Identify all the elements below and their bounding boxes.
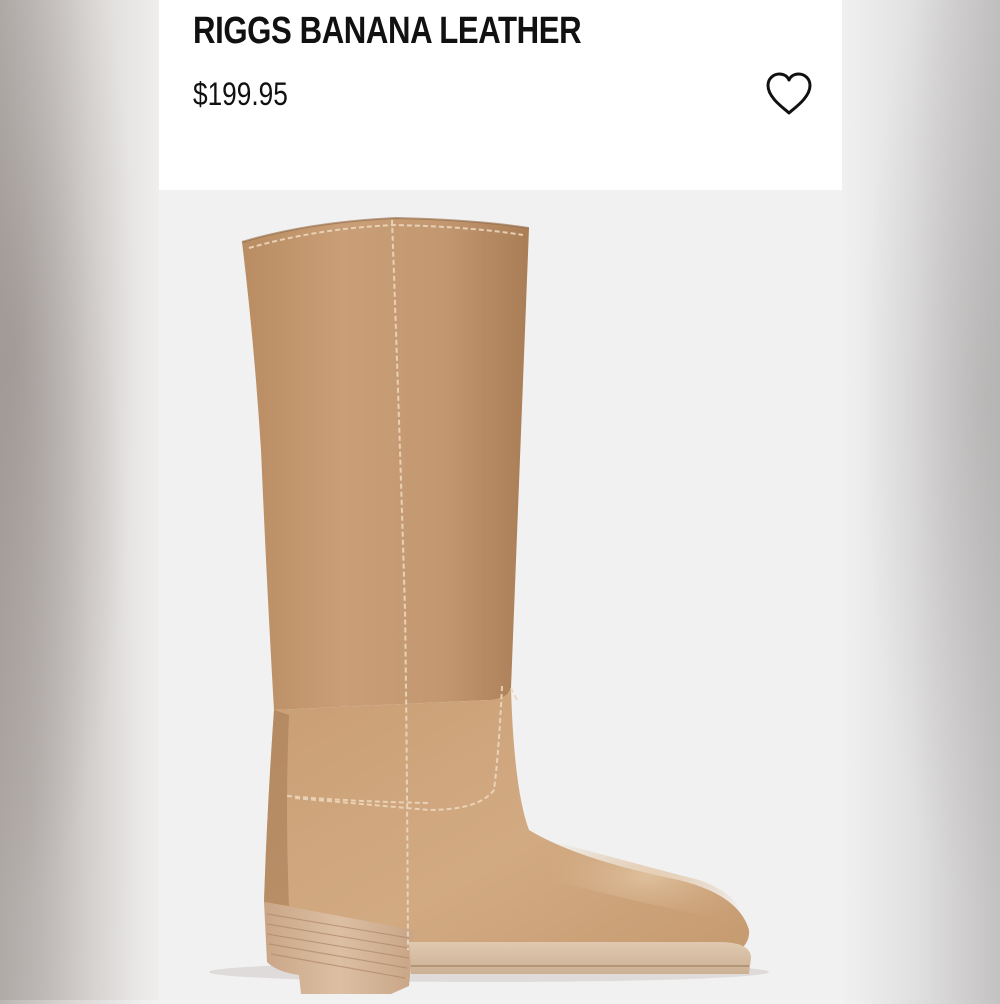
product-price: $199.95 [193,76,288,112]
blurred-backdrop-right [842,0,1000,1000]
wishlist-button[interactable] [763,70,815,118]
heart-outline-icon [766,72,812,115]
boot-sole [409,942,751,974]
product-card: RIGGS BANANA LEATHER $199.95 [159,0,842,1000]
product-image[interactable] [159,190,842,1000]
boot-illustration [209,216,769,994]
product-header: RIGGS BANANA LEATHER $199.95 [159,0,842,190]
boot-shaft [242,218,529,710]
product-title: RIGGS BANANA LEATHER [193,10,582,52]
blurred-backdrop-left [0,0,159,1000]
